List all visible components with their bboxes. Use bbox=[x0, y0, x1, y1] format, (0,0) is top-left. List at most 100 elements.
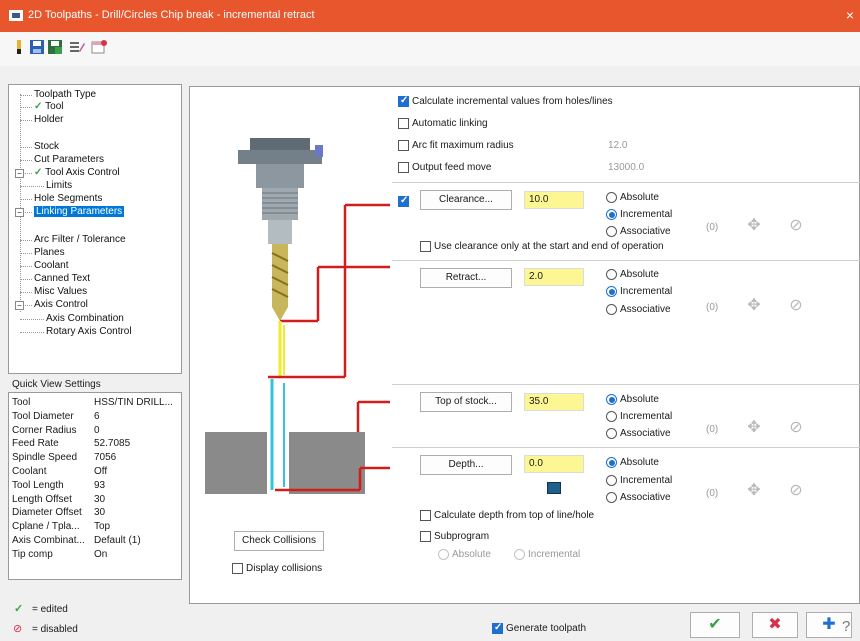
tree-item-stock[interactable]: Stock bbox=[34, 141, 59, 152]
tree-item-tool[interactable]: ✓ Tool bbox=[34, 101, 64, 112]
tree-item-axis-combination[interactable]: Axis Combination bbox=[46, 313, 124, 324]
top-of-stock-value[interactable]: 35.0 bbox=[524, 393, 584, 411]
help-button[interactable]: ? bbox=[842, 618, 850, 635]
quick-view-value: On bbox=[94, 548, 108, 560]
tree-branch bbox=[20, 199, 32, 200]
tree-item-label: Linking Parameters bbox=[34, 206, 125, 217]
top-of-stock-button[interactable]: Top of stock... bbox=[420, 392, 512, 412]
tree-item-toolpath-type[interactable]: Toolpath Type bbox=[34, 89, 96, 100]
clearance-value[interactable]: 10.0 bbox=[524, 191, 584, 209]
quick-view-value: 30 bbox=[94, 493, 106, 505]
tree-item-hole-segments[interactable]: Hole Segments bbox=[34, 193, 102, 204]
tree-expander-icon[interactable]: − bbox=[15, 208, 24, 217]
depth-clear-icon[interactable]: ⊘ bbox=[784, 479, 808, 503]
depth-value[interactable]: 0.0 bbox=[524, 455, 584, 473]
retract-absolute-radio[interactable] bbox=[606, 269, 617, 280]
clearance-associative-radio[interactable] bbox=[606, 226, 617, 237]
edited-check-icon: ✓ bbox=[34, 167, 46, 178]
tree-item-coolant[interactable]: Coolant bbox=[34, 260, 68, 271]
top-of-stock-select-point-icon[interactable]: ✥ bbox=[742, 416, 766, 440]
depth-incremental-radio[interactable] bbox=[606, 475, 617, 486]
calc-incremental-checkbox[interactable] bbox=[398, 95, 409, 107]
tree-item-holder[interactable]: Holder bbox=[34, 114, 63, 125]
clearance-only-start-end-label: Use clearance only at the start and end … bbox=[434, 241, 664, 252]
subprogram-incremental-label: Incremental bbox=[528, 549, 581, 560]
tree-branch bbox=[20, 279, 32, 280]
depth-associative-label: Associative bbox=[620, 492, 671, 503]
tree-item-canned-text[interactable]: Canned Text bbox=[34, 273, 90, 284]
tool-pin-icon[interactable] bbox=[10, 38, 28, 56]
tree-item-rotary-axis-control[interactable]: Rotary Axis Control bbox=[46, 326, 132, 337]
retract-associative-radio[interactable] bbox=[606, 304, 617, 315]
clearance-select-point-icon[interactable]: ✥ bbox=[742, 214, 766, 238]
tree-item-cut-parameters[interactable]: Cut Parameters bbox=[34, 154, 104, 165]
tree-item-label: Tool Axis Control bbox=[45, 167, 120, 178]
depth-associative-radio[interactable] bbox=[606, 492, 617, 503]
depth-button[interactable]: Depth... bbox=[420, 455, 512, 475]
clearance-incremental-radio[interactable] bbox=[606, 209, 617, 220]
tree-item-linking-parameters[interactable]: Linking Parameters bbox=[34, 206, 125, 217]
clearance-enable-checkbox[interactable] bbox=[398, 195, 409, 207]
save-as-icon[interactable] bbox=[46, 38, 64, 56]
quick-view-value: 30 bbox=[94, 507, 106, 519]
generate-toolpath-label: Generate toolpath bbox=[506, 623, 587, 634]
arc-fit-value[interactable]: 12.0 bbox=[608, 140, 627, 151]
depth-absolute-radio[interactable] bbox=[606, 457, 617, 468]
top-of-stock-absolute-radio[interactable] bbox=[606, 394, 617, 405]
clearance-only-start-end-checkbox[interactable] bbox=[420, 241, 431, 252]
tree-item-axis-control[interactable]: Axis Control bbox=[34, 299, 88, 310]
display-collisions-checkbox[interactable] bbox=[232, 563, 243, 574]
subprogram-absolute-radio[interactable] bbox=[438, 549, 449, 560]
tree-item-label: Limits bbox=[46, 180, 73, 191]
tree-item-misc-values[interactable]: Misc Values bbox=[34, 286, 87, 297]
retract-clear-icon[interactable]: ⊘ bbox=[784, 294, 808, 318]
check-collisions-button[interactable]: Check Collisions bbox=[234, 531, 324, 551]
output-feed-value[interactable]: 13000.0 bbox=[608, 162, 644, 173]
edited-check-icon: ✓ bbox=[14, 603, 24, 615]
clearance-button[interactable]: Clearance... bbox=[420, 190, 512, 210]
tree-item-limits[interactable]: Limits bbox=[46, 180, 72, 191]
clearance-absolute-radio[interactable] bbox=[606, 192, 617, 203]
tree-item-tool-axis-control[interactable]: ✓ Tool Axis Control bbox=[34, 167, 120, 178]
subprogram-checkbox[interactable] bbox=[420, 531, 431, 542]
close-icon[interactable]: × bbox=[846, 7, 854, 23]
clearance-clear-icon[interactable]: ⊘ bbox=[784, 214, 808, 238]
depth-select-point-icon[interactable]: ✥ bbox=[742, 479, 766, 503]
tree-item-label: Axis Combination bbox=[46, 313, 124, 324]
generate-toolpath-checkbox[interactable] bbox=[492, 622, 503, 634]
tree-branch bbox=[20, 186, 44, 187]
ok-button[interactable]: ✔ bbox=[690, 612, 740, 638]
retract-select-point-icon[interactable]: ✥ bbox=[742, 294, 766, 318]
top-of-stock-clear-icon[interactable]: ⊘ bbox=[784, 416, 808, 440]
save-icon[interactable] bbox=[28, 38, 46, 56]
subprogram-incremental-radio[interactable] bbox=[514, 549, 525, 560]
tree-expander-icon[interactable]: − bbox=[15, 169, 24, 178]
tree-item-arc-filter-tolerance[interactable]: Arc Filter / Tolerance bbox=[34, 234, 126, 245]
retract-separator bbox=[392, 260, 860, 261]
cancel-button-face[interactable]: ✖ bbox=[752, 612, 798, 638]
tree-item-planes[interactable]: Planes bbox=[34, 247, 65, 258]
auto-linking-checkbox[interactable] bbox=[398, 118, 409, 129]
retract-button[interactable]: Retract... bbox=[420, 268, 512, 288]
quick-view-key: Length Offset bbox=[12, 493, 72, 505]
output-feed-checkbox[interactable] bbox=[398, 162, 409, 173]
top-of-stock-absolute-label: Absolute bbox=[620, 394, 659, 405]
calc-incremental-label: Calculate incremental values from holes/… bbox=[412, 96, 613, 107]
parameters-icon[interactable] bbox=[90, 38, 108, 56]
quick-view-key: Coolant bbox=[12, 466, 47, 477]
retract-count: (0) bbox=[706, 302, 719, 313]
retract-value[interactable]: 2.0 bbox=[524, 268, 584, 286]
top-of-stock-incremental-radio[interactable] bbox=[606, 411, 617, 422]
tree-item-label: Rotary Axis Control bbox=[46, 326, 132, 337]
clearance-associative-label: Associative bbox=[620, 226, 671, 237]
disabled-icon: ⊘ bbox=[13, 623, 23, 635]
retract-incremental-radio[interactable] bbox=[606, 286, 617, 297]
tree-expander-icon[interactable]: − bbox=[15, 301, 24, 310]
arc-fit-label: Arc fit maximum radius bbox=[412, 140, 514, 151]
title-bar: 2D Toolpaths - Drill/Circles Chip break … bbox=[0, 0, 860, 32]
edit-list-icon[interactable] bbox=[68, 38, 86, 56]
arc-fit-checkbox[interactable] bbox=[398, 140, 409, 151]
depth-calculator-icon[interactable] bbox=[547, 482, 561, 494]
calc-depth-from-top-checkbox[interactable] bbox=[420, 510, 431, 521]
top-of-stock-associative-radio[interactable] bbox=[606, 428, 617, 439]
